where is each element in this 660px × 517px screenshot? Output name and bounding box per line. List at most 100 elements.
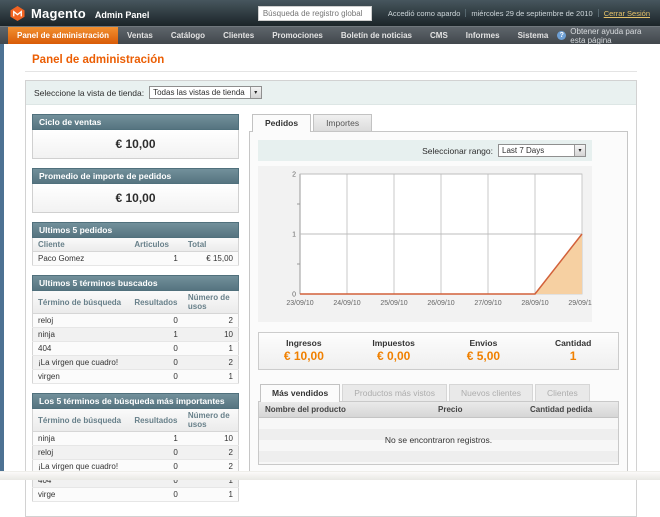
last-search-terms-title: Ultimos 5 términos buscados — [32, 275, 239, 291]
orders-chart: 23/09/1024/09/1025/09/1026/09/1027/09/10… — [258, 166, 592, 322]
table-cell: ninja — [33, 432, 130, 446]
top-search-terms-table: Término de búsquedaResultadosNúmero de u… — [32, 409, 239, 502]
table-cell: 2 — [183, 356, 239, 370]
orders-area-chart: 23/09/1024/09/1025/09/1026/09/1027/09/10… — [258, 166, 592, 320]
total-label: Cantidad — [528, 338, 618, 348]
grid-empty-message: No se encontraron registros. — [259, 418, 618, 464]
average-order-block: Promedio de importe de pedidos € 10,00 — [32, 168, 239, 213]
tab-importes[interactable]: Importes — [313, 114, 372, 131]
table-header-row: ClienteArticulosTotal — [33, 238, 239, 252]
column-header: Cliente — [33, 238, 130, 252]
nav-tabs: Panel de administraciónVentasCatálogoCli… — [8, 27, 557, 44]
nav-tab-informes[interactable]: Informes — [457, 27, 509, 44]
table-row[interactable]: 40401 — [33, 342, 239, 356]
current-date-text: miércoles 29 de septiembre de 2010 — [471, 9, 592, 18]
nav-tab-catalogo[interactable]: Catálogo — [162, 27, 214, 44]
column-header: Resultados — [129, 409, 183, 432]
range-select[interactable]: Last 7 Days ▾ — [498, 144, 586, 157]
tab-nuevos-clientes[interactable]: Nuevos clientes — [449, 384, 533, 401]
average-order-value: € 10,00 — [32, 184, 239, 213]
dashboard-container: Seleccione la vista de tienda: Todas las… — [25, 80, 637, 517]
admin-header: Magento Admin Panel Accedió como apardo … — [0, 0, 660, 26]
table-row[interactable]: reloj02 — [33, 314, 239, 328]
help-icon: ? — [557, 31, 566, 40]
table-row[interactable]: virge01 — [33, 488, 239, 502]
svg-text:24/09/10: 24/09/10 — [333, 300, 360, 307]
tab-clientes[interactable]: Clientes — [535, 384, 590, 401]
help-link[interactable]: ? Obtener ayuda para esta página — [557, 27, 660, 44]
table-cell: 0 — [129, 356, 183, 370]
nav-tab-dashboard[interactable]: Panel de administración — [8, 27, 118, 44]
total-label: Impuestos — [349, 338, 439, 348]
table-row[interactable]: reloj02 — [33, 446, 239, 460]
total-cantidad: Cantidad1 — [528, 338, 618, 363]
last-orders-title: Ultimos 5 pedidos — [32, 222, 239, 238]
table-row[interactable]: ninja110 — [33, 328, 239, 342]
top-search-terms-title: Los 5 términos de búsqueda más important… — [32, 393, 239, 409]
logout-link[interactable]: Cerrar Sesión — [604, 9, 650, 18]
total-ingresos: Ingresos€ 10,00 — [259, 338, 349, 363]
table-cell: 2 — [183, 446, 239, 460]
top-search-terms-block: Los 5 términos de búsqueda más important… — [32, 393, 239, 502]
sales-cycle-value: € 10,00 — [32, 130, 239, 159]
sales-cycle-title: Ciclo de ventas — [32, 114, 239, 130]
svg-text:25/09/10: 25/09/10 — [380, 300, 407, 307]
divider — [598, 9, 599, 17]
chart-zone: Seleccionar rango: Last 7 Days ▾ 23/09/1… — [258, 140, 592, 322]
bestsellers-grid: Nombre del productoPrecioCantidad pedida… — [258, 401, 619, 465]
nav-tab-sistema[interactable]: Sistema — [509, 27, 558, 44]
table-cell: 0 — [129, 314, 183, 328]
left-accent-strip — [0, 44, 4, 480]
table-row[interactable]: virgen01 — [33, 370, 239, 384]
table-cell: 0 — [129, 488, 183, 502]
column-header: Total — [183, 238, 239, 252]
table-cell: 0 — [129, 446, 183, 460]
total-value: 1 — [528, 349, 618, 363]
grid-column-header: Precio — [438, 405, 530, 414]
table-cell: € 15,00 — [183, 252, 239, 266]
nav-tab-promociones[interactable]: Promociones — [263, 27, 332, 44]
column-header: Articulos — [129, 238, 183, 252]
table-header-row: Término de búsquedaResultadosNúmero de u… — [33, 291, 239, 314]
column-header: Resultados — [129, 291, 183, 314]
grid-column-header: Nombre del producto — [259, 405, 438, 414]
column-header: Término de búsqueda — [33, 291, 130, 314]
brand-name: Magento — [31, 6, 86, 21]
table-row[interactable]: ¡La virgen que cuadro!02 — [33, 356, 239, 370]
table-cell: 2 — [183, 314, 239, 328]
table-row[interactable]: ninja110 — [33, 432, 239, 446]
nav-tab-ventas[interactable]: Ventas — [118, 27, 162, 44]
chevron-down-icon: ▾ — [574, 145, 585, 156]
store-view-selected-value: Todas las vistas de tienda — [150, 88, 250, 97]
table-cell: reloj — [33, 446, 130, 460]
table-cell: reloj — [33, 314, 130, 328]
table-cell: Paco Gomez — [33, 252, 130, 266]
table-cell: virge — [33, 488, 130, 502]
main-nav: Panel de administraciónVentasCatálogoCli… — [0, 26, 660, 44]
range-bar: Seleccionar rango: Last 7 Days ▾ — [258, 140, 592, 161]
tab-mas-vendidos[interactable]: Más vendidos — [260, 384, 340, 402]
nav-tab-clientes[interactable]: Clientes — [214, 27, 263, 44]
global-search-input[interactable] — [258, 6, 372, 21]
orders-amounts-tabs: PedidosImportes — [252, 114, 628, 131]
last-orders-table: ClienteArticulosTotalPaco Gomez1€ 15,00 — [32, 238, 239, 266]
total-value: € 0,00 — [349, 349, 439, 363]
last-orders-block: Ultimos 5 pedidos ClienteArticulosTotalP… — [32, 222, 239, 266]
table-cell: 1 — [183, 370, 239, 384]
tab-productos-mas-vistos[interactable]: Productos más vistos — [342, 384, 447, 401]
totals-bar: Ingresos€ 10,00Impuestos€ 0,00Envios€ 5,… — [258, 332, 619, 370]
help-label: Obtener ayuda para esta página — [570, 27, 650, 45]
store-view-select[interactable]: Todas las vistas de tienda ▾ — [149, 86, 262, 99]
svg-text:23/09/10: 23/09/10 — [286, 300, 313, 307]
nav-tab-boletin-de-noticias[interactable]: Boletín de noticias — [332, 27, 421, 44]
chevron-down-icon: ▾ — [250, 87, 261, 98]
nav-tab-cms[interactable]: CMS — [421, 27, 457, 44]
table-cell: 10 — [183, 328, 239, 342]
table-cell: 404 — [33, 342, 130, 356]
magento-logo-icon — [10, 6, 25, 21]
svg-text:26/09/10: 26/09/10 — [427, 300, 454, 307]
tab-pedidos[interactable]: Pedidos — [252, 114, 311, 132]
page-title: Panel de administración — [32, 54, 660, 66]
table-row[interactable]: Paco Gomez1€ 15,00 — [33, 252, 239, 266]
total-envios: Envios€ 5,00 — [439, 338, 529, 363]
